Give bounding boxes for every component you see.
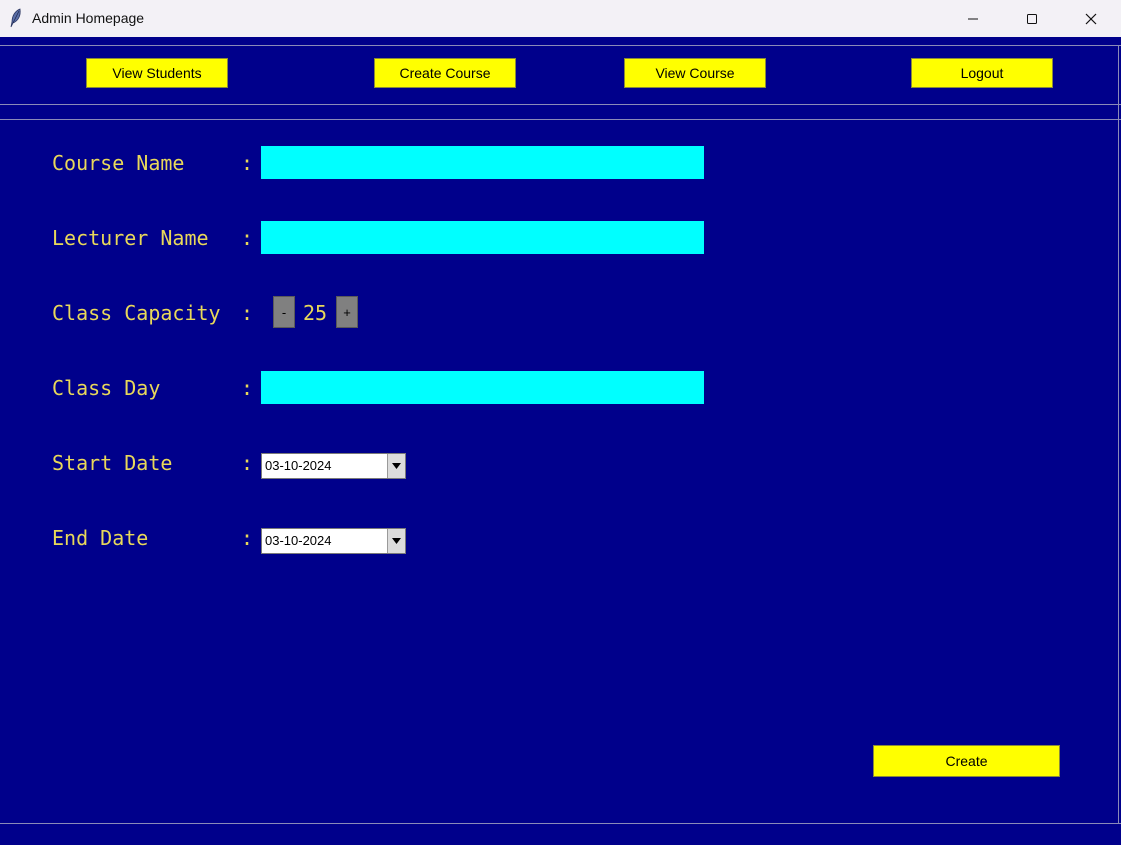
capacity-increment-button[interactable]: + (336, 296, 358, 328)
form-frame-bottom (0, 823, 1121, 824)
view-course-button[interactable]: View Course (624, 58, 766, 88)
start-date-colon: : (241, 451, 254, 475)
create-button[interactable]: Create (873, 745, 1060, 777)
course-name-label: Course Name (52, 151, 185, 175)
course-name-colon: : (241, 151, 254, 175)
chevron-down-icon (392, 538, 401, 544)
maximize-button[interactable] (1003, 0, 1061, 37)
class-day-label: Class Day (52, 376, 161, 400)
maximize-icon (1027, 13, 1037, 24)
start-date-value: 03-10-2024 (265, 458, 332, 473)
end-date-label: End Date (52, 526, 149, 550)
close-button[interactable] (1062, 0, 1120, 37)
class-capacity-colon: : (241, 301, 254, 325)
create-course-button[interactable]: Create Course (374, 58, 516, 88)
capacity-decrement-button[interactable]: - (273, 296, 295, 328)
class-day-colon: : (241, 376, 254, 400)
frame-right-edge (1118, 45, 1119, 823)
course-name-input[interactable] (261, 146, 704, 179)
class-capacity-label: Class Capacity (52, 301, 221, 325)
form-frame-top (0, 119, 1121, 120)
start-date-picker[interactable]: 03-10-2024 (261, 453, 406, 479)
capacity-value: 25 (303, 301, 328, 325)
nav-frame-bottom (0, 104, 1121, 105)
lecturer-name-input[interactable] (261, 221, 704, 254)
lecturer-name-colon: : (241, 226, 254, 250)
minimize-icon (968, 18, 978, 19)
start-date-dropdown-button[interactable] (387, 454, 405, 478)
logout-button[interactable]: Logout (911, 58, 1053, 88)
end-date-dropdown-button[interactable] (387, 529, 405, 553)
end-date-picker[interactable]: 03-10-2024 (261, 528, 406, 554)
main-area: View Students Create Course View Course … (0, 37, 1121, 845)
end-date-value: 03-10-2024 (265, 533, 332, 548)
nav-frame-top (0, 45, 1121, 46)
class-day-input[interactable] (261, 371, 704, 404)
close-icon (1085, 13, 1097, 24)
start-date-label: Start Date (52, 451, 173, 475)
chevron-down-icon (392, 463, 401, 469)
window-title: Admin Homepage (32, 10, 145, 26)
end-date-colon: : (241, 526, 254, 550)
view-students-button[interactable]: View Students (86, 58, 228, 88)
lecturer-name-label: Lecturer Name (52, 226, 209, 250)
title-bar: Admin Homepage (0, 0, 1121, 37)
feather-icon (10, 8, 21, 28)
minimize-button[interactable] (944, 0, 1002, 37)
